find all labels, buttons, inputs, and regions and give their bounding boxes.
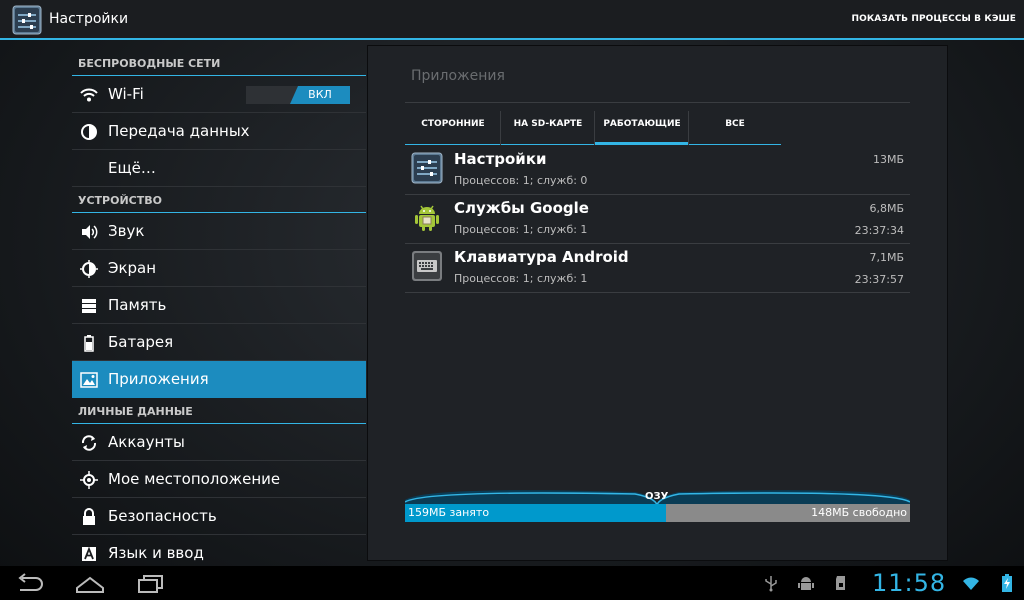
list-item[interactable]: Настройки Процессов: 1; служб: 0 13МБ: [405, 146, 910, 195]
sidebar-item-security[interactable]: Безопасность: [72, 498, 366, 535]
process-detail: Процессов: 1; служб: 1: [454, 223, 588, 236]
section-header-personal: ЛИЧНЫЕ ДАННЫЕ: [72, 400, 366, 424]
running-process-list: Настройки Процессов: 1; служб: 0 13МБ Сл…: [405, 146, 910, 293]
tab-running[interactable]: РАБОТАЮЩИЕ: [595, 103, 689, 145]
sidebar-item-data-usage[interactable]: Передача данных: [72, 113, 366, 150]
tab-label: ВСЕ: [725, 119, 745, 129]
keyboard-icon: [412, 251, 442, 281]
process-size: 13МБ: [872, 153, 904, 166]
usb-icon: [765, 576, 777, 592]
location-icon: [80, 471, 98, 489]
list-item[interactable]: Службы Google Процессов: 1; служб: 1 6,8…: [405, 195, 910, 244]
home-icon[interactable]: [74, 572, 106, 594]
show-cached-processes-button[interactable]: ПОКАЗАТЬ ПРОЦЕССЫ В КЭШЕ: [851, 14, 1016, 24]
display-icon: [80, 260, 98, 278]
clock: 11:58: [872, 569, 947, 597]
tab-downloaded[interactable]: СТОРОННИЕ: [405, 103, 501, 145]
list-item[interactable]: Клавиатура Android Процессов: 1; служб: …: [405, 244, 910, 293]
battery-charging-icon: [1002, 574, 1012, 592]
sidebar-item-label: Звук: [108, 222, 145, 240]
sidebar-item-label: Ещё…: [108, 159, 156, 177]
sidebar-item-more[interactable]: Ещё…: [72, 150, 366, 187]
tab-label: НА SD-КАРТЕ: [513, 119, 583, 129]
wifi-toggle[interactable]: ВКЛ: [246, 86, 350, 104]
language-icon: [82, 546, 96, 561]
sidebar-item-label: Передача данных: [108, 122, 250, 140]
section-header-device: УСТРОЙСТВО: [72, 189, 366, 213]
process-time: 23:37:34: [854, 224, 904, 237]
tab-label: СТОРОННИЕ: [421, 119, 485, 129]
sidebar-item-sound[interactable]: Звук: [72, 213, 366, 250]
sidebar-item-label: Язык и ввод: [108, 544, 204, 562]
data-usage-icon: [81, 124, 97, 140]
sidebar-item-label: Приложения: [108, 370, 209, 388]
wifi-signal-icon: [963, 577, 979, 590]
tab-bar: СТОРОННИЕ НА SD-КАРТЕ РАБОТАЮЩИЕ ВСЕ: [405, 102, 910, 145]
back-icon[interactable]: [14, 572, 46, 594]
sidebar-item-accounts[interactable]: Аккаунты: [72, 424, 366, 461]
process-time: 23:37:57: [854, 273, 904, 286]
panel-title: Приложения: [411, 68, 505, 84]
page-title: Настройки: [49, 11, 129, 27]
sidebar-item-storage[interactable]: Память: [72, 287, 366, 324]
ram-usage: ОЗУ 159МБ занято 148МБ свободно: [405, 474, 910, 524]
sidebar-item-wifi[interactable]: Wi-Fi ВКЛ: [72, 76, 366, 113]
sidebar-item-apps[interactable]: Приложения: [72, 361, 366, 398]
sidebar-item-battery[interactable]: Батарея: [72, 324, 366, 361]
android-icon: [415, 205, 439, 231]
tab-sd-card[interactable]: НА SD-КАРТЕ: [501, 103, 595, 145]
process-size: 7,1МБ: [869, 251, 904, 264]
toggle-on-label: ВКЛ: [290, 86, 350, 104]
sidebar-item-language[interactable]: Язык и ввод: [72, 535, 366, 566]
sound-icon: [82, 225, 98, 239]
sidebar-item-label: Память: [108, 296, 167, 314]
ram-free-bar: 148МБ свободно: [666, 504, 910, 522]
process-name: Клавиатура Android: [454, 248, 629, 266]
process-size: 6,8МБ: [869, 202, 904, 215]
battery-icon: [84, 335, 94, 352]
process-name: Настройки: [454, 150, 547, 168]
process-name: Службы Google: [454, 199, 589, 217]
sidebar-item-label: Экран: [108, 259, 157, 277]
sidebar-item-label: Безопасность: [108, 507, 217, 525]
ram-label: ОЗУ: [645, 491, 669, 502]
ram-used-bar: 159МБ занято: [405, 504, 666, 522]
tab-label: РАБОТАЮЩИЕ: [603, 119, 681, 129]
process-detail: Процессов: 1; служб: 0: [454, 174, 588, 187]
process-detail: Процессов: 1; служб: 1: [454, 272, 588, 285]
settings-app-icon: [411, 152, 443, 184]
apps-panel: Приложения СТОРОННИЕ НА SD-КАРТЕ РАБОТАЮ…: [367, 45, 948, 561]
sync-icon: [81, 435, 97, 451]
system-bar: 11:58: [0, 566, 1024, 600]
tab-all[interactable]: ВСЕ: [689, 103, 781, 145]
settings-app-icon[interactable]: [12, 5, 42, 35]
apps-icon: [80, 372, 98, 388]
sidebar-item-label: Аккаунты: [108, 433, 185, 451]
sidebar-item-label: Мое местоположение: [108, 470, 281, 488]
sd-card-icon: [836, 576, 845, 590]
sidebar-item-display[interactable]: Экран: [72, 250, 366, 287]
section-header-wireless: БЕСПРОВОДНЫЕ СЕТИ: [72, 52, 366, 76]
settings-list: БЕСПРОВОДНЫЕ СЕТИ Wi-Fi ВКЛ Передача дан…: [72, 50, 366, 566]
storage-icon: [82, 299, 96, 313]
action-bar: Настройки ПОКАЗАТЬ ПРОЦЕССЫ В КЭШЕ: [0, 0, 1024, 40]
sidebar-item-label: Батарея: [108, 333, 174, 351]
recents-icon[interactable]: [134, 572, 166, 594]
wifi-icon: [80, 88, 98, 102]
sidebar-item-location[interactable]: Мое местоположение: [72, 461, 366, 498]
sidebar-item-label: Wi-Fi: [108, 85, 144, 103]
lock-icon: [83, 508, 95, 525]
android-debug-icon: [798, 577, 814, 590]
